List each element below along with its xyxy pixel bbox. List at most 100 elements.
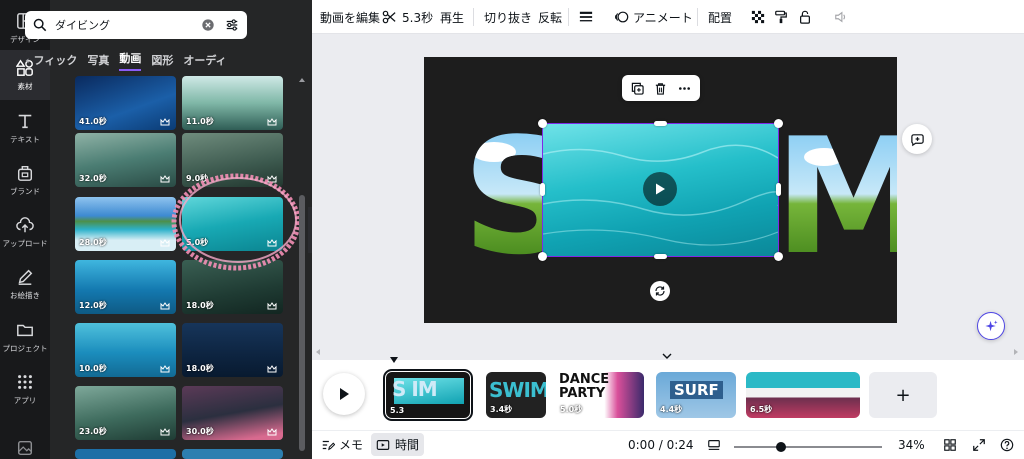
rail-item-label: アップロード [2,238,48,248]
add-comment-button[interactable] [902,124,932,154]
resize-handle[interactable] [776,183,781,196]
timeline-clip[interactable]: DANCE PARTY 5.0秒 [556,372,644,418]
rail-item-photos[interactable] [0,425,50,459]
video-thumbnail[interactable]: 28.0秒 [75,197,176,251]
divider [473,8,474,26]
rail-item-label: ブランド [10,186,40,196]
video-thumbnail[interactable]: 10.0秒 [75,323,176,377]
notes-button[interactable]: メモ [321,430,363,459]
unlock-icon [800,10,810,24]
video-thumbnail[interactable]: 30.0秒 [182,386,283,440]
chevron-left-icon[interactable]: ‹ [25,54,30,67]
duplicate-icon[interactable] [631,82,644,95]
video-thumbnail[interactable]: 12.0秒 [75,260,176,314]
duration-label: 28.0秒 [79,238,107,247]
video-thumbnail[interactable] [182,449,283,459]
fullscreen-button[interactable] [972,430,986,459]
more-options-icon[interactable] [678,82,691,95]
filter-icon[interactable] [225,18,239,32]
rail-item-label: アプリ [13,395,37,405]
time-view-button[interactable]: 時間 [371,433,425,456]
playback-button[interactable]: 再生 [440,0,464,34]
rail-item-text[interactable]: テキスト [0,103,50,153]
search-input[interactable]: ダイビング [55,17,201,33]
position-button[interactable]: 配置 [708,0,732,34]
rail-item-label: プロジェクト [2,343,48,353]
tab-shapes[interactable]: 図形 [151,52,173,68]
duration-label: 11.0秒 [186,117,214,126]
duration-label: 10.0秒 [79,364,107,373]
video-thumbnail[interactable] [75,449,176,459]
resize-handle[interactable] [540,183,545,196]
resize-handle[interactable] [538,119,547,128]
add-clip-label: + [895,384,911,406]
time-label: 0:00 / 0:24 [628,437,694,452]
timeline-clip[interactable]: 6.5秒 [746,372,860,418]
video-thumbnail[interactable]: 41.0秒 [75,76,176,130]
resize-handle[interactable] [538,252,547,261]
magic-assistant-button[interactable] [977,312,1005,340]
brand-icon [17,165,33,181]
play-overlay-button[interactable] [643,172,677,206]
video-thumbnail[interactable]: 32.0秒 [75,133,176,187]
timeline-clip[interactable]: SWIM 3.4秒 [486,372,546,418]
page-view-button[interactable] [707,430,721,459]
video-thumbnail[interactable]: 23.0秒 [75,386,176,440]
timeline-play-button[interactable] [323,373,365,415]
tab-videos[interactable]: 動画 [119,50,142,71]
animate-button[interactable]: アニメート [615,0,693,34]
trash-icon[interactable] [654,82,667,95]
playhead-marker[interactable] [389,356,399,364]
resize-handle[interactable] [654,121,667,126]
scroll-up-icon[interactable] [298,76,306,84]
resize-handle[interactable] [774,252,783,261]
chevron-down-icon[interactable] [660,352,674,360]
rail-item-upload[interactable]: アップロード [0,207,50,257]
lock-button[interactable] [798,0,812,34]
scroll-left-icon[interactable] [314,348,322,356]
zoom-slider-track[interactable] [734,446,882,448]
clear-icon[interactable] [201,18,215,32]
volume-button[interactable] [834,0,848,34]
flip-label: 反転 [538,10,563,25]
video-thumbnail[interactable]: 11.0秒 [182,76,283,130]
rail-item-label: お絵描き [10,290,40,300]
add-clip-button[interactable]: + [869,372,937,418]
rotate-icon [655,286,665,296]
flip-button[interactable]: 反転 [538,0,562,34]
search-box[interactable]: ダイビング [25,11,247,39]
resize-handle[interactable] [774,119,783,128]
time-view-label: 時間 [395,438,420,452]
crop-button[interactable]: 切り抜き [484,0,532,34]
video-thumbnail[interactable]: 18.0秒 [182,323,283,377]
timeline-clip-selected[interactable]: S IM 5.3 [383,369,473,421]
split-button[interactable]: 5.3秒 [382,0,433,34]
grid-view-icon [944,438,956,451]
rail-item-apps[interactable]: アプリ [0,364,50,414]
notes-label: メモ [339,438,364,452]
clip-title: SWIM [489,378,546,402]
border-style-button[interactable] [579,0,593,34]
tab-photos[interactable]: 写真 [87,52,109,68]
clip-title: SURF [670,381,723,399]
timeline-clip[interactable]: SURF 4.4秒 [656,372,736,418]
scroll-right-icon[interactable] [1012,348,1020,356]
grid-view-button[interactable] [943,430,957,459]
transparency-button[interactable] [751,0,765,34]
rotate-button[interactable] [650,281,670,301]
rail-item-brand[interactable]: ブランド [0,155,50,205]
edit-video-button[interactable]: 動画を編集 [320,0,380,34]
crown-icon [267,428,277,436]
zoom-level[interactable]: 34% [898,430,925,459]
comment-add-icon [910,133,924,146]
crown-icon [267,118,277,126]
rail-item-projects[interactable]: プロジェクト [0,312,50,362]
help-button[interactable] [1000,430,1014,459]
rail-item-draw[interactable]: お絵描き [0,259,50,309]
copy-style-button[interactable] [774,0,788,34]
resize-handle[interactable] [654,254,667,259]
scrollbar-thumb[interactable] [299,195,305,451]
tab-audio[interactable]: オーディ [183,52,226,68]
tab-graphics[interactable]: フィック [34,52,78,68]
zoom-slider-knob[interactable] [776,442,786,452]
